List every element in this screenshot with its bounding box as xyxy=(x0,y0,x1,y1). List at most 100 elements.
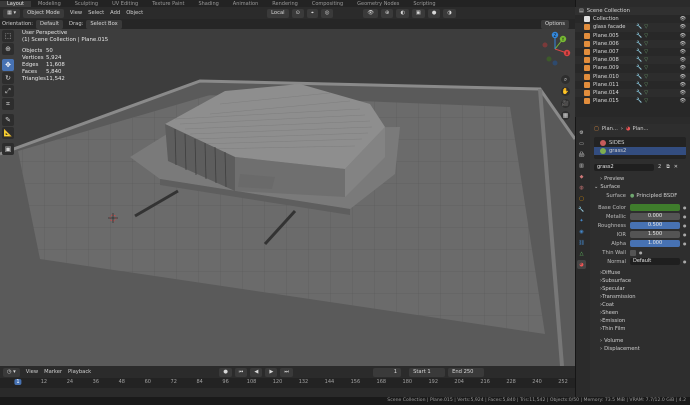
keyframe-dot-icon[interactable]: ● xyxy=(683,214,687,219)
material-slot-sides[interactable]: SIDES xyxy=(594,139,686,147)
playhead[interactable]: 1 xyxy=(14,379,22,385)
subsection-emission[interactable]: › Emission xyxy=(590,317,690,325)
outliner-item[interactable]: Plane.009 🔧 ▽ 👁 xyxy=(575,64,690,72)
timeline-menu-playback[interactable]: Playback xyxy=(68,369,91,375)
subsection-subsurface[interactable]: › Subsurface xyxy=(590,277,690,285)
outliner-item[interactable]: Plane.005 🔧 ▽ 👁 xyxy=(575,32,690,40)
jump-end-icon[interactable]: ⏭ xyxy=(280,367,294,377)
keyframe-dot-icon[interactable]: ● xyxy=(683,259,687,264)
preview-panel[interactable]: › Preview xyxy=(590,175,690,183)
timeline-menu-marker[interactable]: Marker xyxy=(44,369,62,375)
overlay-toggle-icon[interactable]: ◐ xyxy=(396,8,409,18)
duplicate-icon[interactable]: ⧉ xyxy=(666,164,670,170)
add-cube-icon[interactable]: ▣ xyxy=(2,143,14,155)
menu-view[interactable]: View xyxy=(70,10,82,16)
outliner-item[interactable]: Plane.014 🔧 ▽ 👁 xyxy=(575,88,690,98)
visibility-eye-icon[interactable]: 👁 xyxy=(680,41,686,47)
zoom-icon[interactable]: ⌕ xyxy=(561,75,570,84)
alpha-field[interactable]: 1.000 xyxy=(630,240,680,247)
shading-material-icon[interactable]: ◑ xyxy=(443,8,456,18)
play-reverse-icon[interactable]: ◀ xyxy=(250,367,263,377)
drag-select[interactable]: Select Box xyxy=(86,19,122,29)
move-icon[interactable]: ✥ xyxy=(2,59,14,71)
timeline-body[interactable] xyxy=(0,388,575,397)
outliner-item[interactable]: Collection 👁 xyxy=(575,15,690,23)
measure-icon[interactable]: 📐 xyxy=(2,127,14,139)
visibility-eye-icon[interactable]: 👁 xyxy=(680,24,686,30)
timeline-editor-icon[interactable]: ◷ ▾ xyxy=(3,367,20,377)
subsection-sheen[interactable]: › Sheen xyxy=(590,309,690,317)
visibility-eye-icon[interactable]: 👁 xyxy=(680,33,686,39)
material-tab-icon[interactable]: ◕ xyxy=(577,260,586,269)
outliner-item[interactable]: Plane.008 🔧 ▽ 👁 xyxy=(575,56,690,65)
visibility-eye-icon[interactable]: 👁 xyxy=(680,65,686,71)
world-tab-icon[interactable]: ◍ xyxy=(577,183,586,192)
physics-tab-icon[interactable]: ◉ xyxy=(577,227,586,236)
menu-object[interactable]: Object xyxy=(126,10,143,16)
outliner-item[interactable]: Plane.015 🔧 ▽ 👁 xyxy=(575,97,690,105)
render-tab-icon[interactable]: ▭ xyxy=(577,139,586,148)
visibility-eye-icon[interactable]: 👁 xyxy=(680,74,686,80)
record-icon[interactable]: ● xyxy=(219,367,232,377)
outliner-item[interactable]: Plane.006 🔧 ▽ 👁 xyxy=(575,39,690,48)
view-layer-tab-icon[interactable]: ▥ xyxy=(577,161,586,170)
properties-editor[interactable]: ▢ Plan... › ◕ Plan... SIDES grass2 grass… xyxy=(590,124,690,397)
snap-icon[interactable]: ⌖ xyxy=(306,8,318,18)
annotate-icon[interactable]: ✎ xyxy=(2,114,14,126)
visibility-icon[interactable]: 👁 xyxy=(363,8,378,18)
visibility-eye-icon[interactable]: 👁 xyxy=(680,98,686,104)
modifier-tab-icon[interactable]: 🔧 xyxy=(577,205,586,214)
visibility-eye-icon[interactable]: 👁 xyxy=(680,49,686,55)
cursor-icon[interactable]: ⊕ xyxy=(2,43,14,55)
keyframe-dot-icon[interactable]: ● xyxy=(683,223,687,228)
unlink-icon[interactable]: ✕ xyxy=(674,164,678,170)
rotate-icon[interactable]: ↻ xyxy=(2,72,14,84)
volume-panel[interactable]: › Volume xyxy=(590,337,690,345)
ior-field[interactable]: 1.500 xyxy=(630,231,680,238)
xray-icon[interactable]: ▣ xyxy=(411,8,425,18)
timeline-ruler[interactable]: 1 12 24 36 48 60 72 84 96 108 120 132 144 156 168 180 19… xyxy=(0,378,575,388)
current-frame-field[interactable]: 1 xyxy=(373,367,402,377)
roughness-field[interactable]: 0.500 xyxy=(630,222,680,229)
subsection-thin-film[interactable]: › Thin Film xyxy=(590,325,690,333)
navigation-gizmo[interactable]: X Y Z xyxy=(537,31,573,69)
scene-tab-icon[interactable]: ◆ xyxy=(577,172,586,181)
menu-select[interactable]: Select xyxy=(88,10,104,16)
metallic-field[interactable]: 0.000 xyxy=(630,213,680,220)
keyframe-dot-icon[interactable]: ● xyxy=(683,232,687,237)
mode-select[interactable]: Object Mode xyxy=(23,8,64,18)
surface-shader-select[interactable]: Principled BSDF xyxy=(636,193,677,199)
visibility-eye-icon[interactable]: 👁 xyxy=(680,82,686,88)
keyframe-dot-icon[interactable]: ● xyxy=(639,250,643,255)
end-frame-field[interactable]: End 250 xyxy=(448,367,485,377)
pan-hand-icon[interactable]: ✋ xyxy=(561,87,570,96)
options-button[interactable]: Options xyxy=(540,19,569,29)
menu-add[interactable]: Add xyxy=(110,10,120,16)
shading-solid-icon[interactable]: ● xyxy=(427,8,441,18)
visibility-eye-icon[interactable]: 👁 xyxy=(680,16,686,22)
surface-panel[interactable]: ⌄ Surface xyxy=(590,183,690,191)
outliner-item[interactable]: Plane.011 🔧 ▽ 👁 xyxy=(575,81,690,89)
transform-orientation-select[interactable]: Local xyxy=(267,8,289,18)
outliner[interactable]: ▤ Scene Collection Collection 👁 glass faca… xyxy=(575,7,690,117)
base-color-field[interactable] xyxy=(630,204,680,211)
editor-type-button[interactable]: ▦ ▾ xyxy=(3,8,21,18)
subsection-transmission[interactable]: › Transmission xyxy=(590,293,690,301)
output-tab-icon[interactable]: 🖨 xyxy=(577,150,586,159)
tool-tab-icon[interactable]: ⚙ xyxy=(577,128,586,137)
subsection-coat[interactable]: › Coat xyxy=(590,301,690,309)
visibility-eye-icon[interactable]: 👁 xyxy=(680,57,686,63)
subsection-specular[interactable]: › Specular xyxy=(590,285,690,293)
visibility-eye-icon[interactable]: 👁 xyxy=(680,90,686,96)
outliner-item[interactable]: Plane.007 🔧 ▽ 👁 xyxy=(575,48,690,56)
transform-icon[interactable]: ⌗ xyxy=(2,98,14,110)
proportional-icon[interactable]: ◎ xyxy=(320,8,334,18)
outliner-scene-collection[interactable]: ▤ Scene Collection xyxy=(575,7,690,16)
particles-tab-icon[interactable]: ✦ xyxy=(577,216,586,225)
grid-icon[interactable]: ▦ xyxy=(561,111,570,120)
normal-field[interactable]: Default xyxy=(630,258,680,265)
start-frame-field[interactable]: Start 1 xyxy=(409,367,446,377)
scale-icon[interactable]: ⤢ xyxy=(2,85,14,97)
thin-wall-checkbox[interactable] xyxy=(630,249,636,256)
keyframe-dot-icon[interactable]: ● xyxy=(683,205,687,210)
